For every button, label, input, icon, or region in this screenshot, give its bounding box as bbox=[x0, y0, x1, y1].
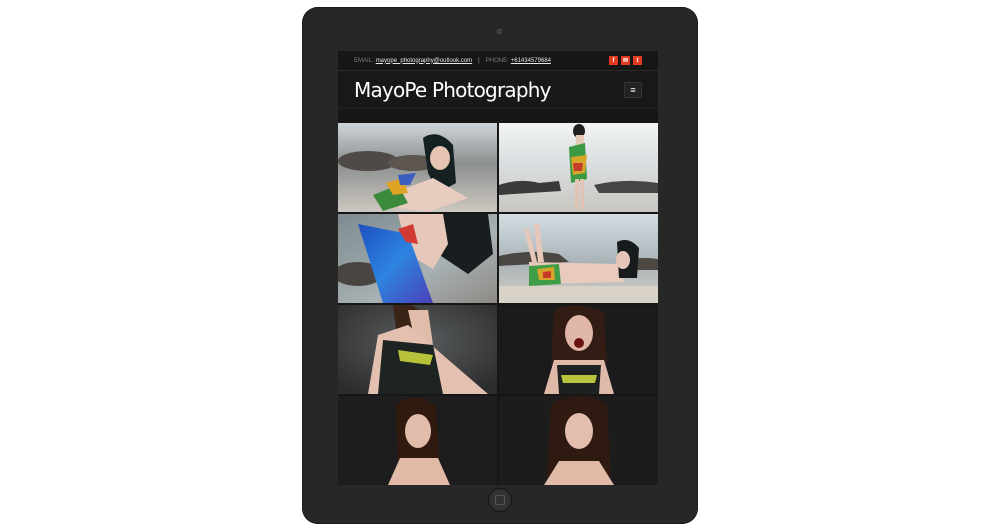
email-link[interactable]: mayope_photography@outlook.com bbox=[376, 58, 472, 64]
beach-closeup-image bbox=[338, 214, 497, 303]
email-icon[interactable]: ✉ bbox=[621, 56, 630, 65]
header-spacer bbox=[338, 109, 658, 123]
studio-portrait-image bbox=[338, 396, 497, 485]
beach-reclining-image bbox=[338, 123, 497, 212]
phone-label: PHONE: bbox=[485, 57, 509, 64]
studio-shout-photo[interactable] bbox=[499, 305, 658, 394]
facebook-icon[interactable]: f bbox=[609, 56, 618, 65]
beach-standing-photo[interactable] bbox=[499, 123, 658, 212]
social-links: f ✉ t bbox=[609, 56, 642, 65]
studio-side-photo[interactable] bbox=[338, 305, 497, 394]
studio-front-photo[interactable] bbox=[499, 396, 658, 485]
tablet-screen: EMAIL: mayope_photography@outlook.com | … bbox=[338, 51, 658, 485]
phone-link[interactable]: +61434579684 bbox=[511, 58, 551, 64]
email-label: EMAIL: bbox=[354, 57, 374, 64]
hamburger-menu-button[interactable]: ≡ bbox=[624, 81, 642, 98]
contact-bar: EMAIL: mayope_photography@outlook.com | … bbox=[338, 51, 658, 71]
tablet-frame: EMAIL: mayope_photography@outlook.com | … bbox=[302, 7, 698, 524]
studio-portrait-photo[interactable] bbox=[338, 396, 497, 485]
page-background: EMAIL: mayope_photography@outlook.com | … bbox=[0, 0, 1000, 531]
site-header: MayoPe Photography ≡ bbox=[338, 71, 658, 109]
beach-closeup-photo[interactable] bbox=[338, 214, 497, 303]
studio-shout-image bbox=[499, 305, 658, 394]
beach-standing-image bbox=[499, 123, 658, 212]
beach-lying-image bbox=[499, 214, 658, 303]
photo-gallery bbox=[338, 123, 658, 485]
beach-reclining-photo[interactable] bbox=[338, 123, 497, 212]
studio-front-image bbox=[499, 396, 658, 485]
beach-lying-photo[interactable] bbox=[499, 214, 658, 303]
contact-separator: | bbox=[478, 57, 480, 64]
site-title[interactable]: MayoPe Photography bbox=[354, 78, 551, 102]
studio-side-image bbox=[338, 305, 497, 394]
camera-icon bbox=[495, 27, 504, 36]
home-button[interactable] bbox=[488, 488, 512, 512]
tumblr-icon[interactable]: t bbox=[633, 56, 642, 65]
